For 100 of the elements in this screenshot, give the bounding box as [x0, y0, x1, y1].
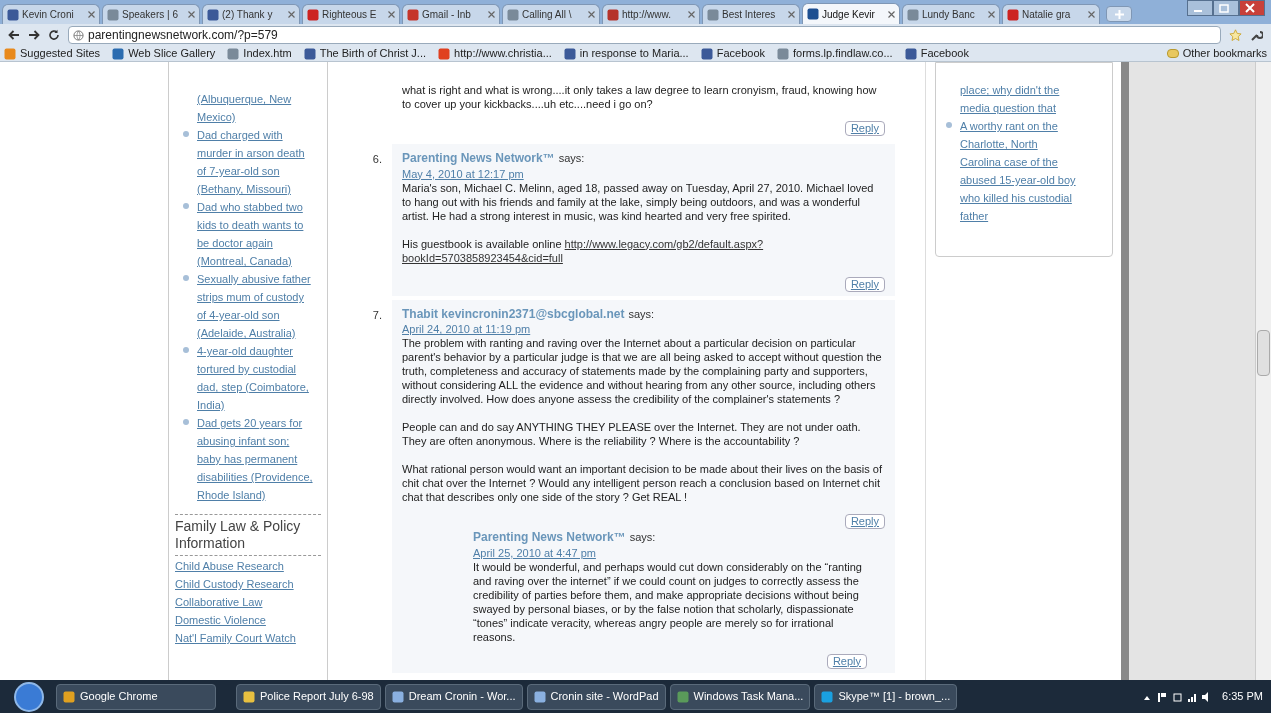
url-text: parentingnewsnetwork.com/?p=579 — [88, 27, 278, 44]
close-icon[interactable] — [688, 11, 695, 18]
sidebar-link[interactable]: Dad charged with murder in arson death of 7-year-old son (Bethany, Missouri) — [197, 126, 315, 198]
new-tab-button[interactable] — [1106, 6, 1132, 22]
bullet-icon — [183, 419, 189, 425]
sidebar-link[interactable]: place; why didn't the media question that — [960, 81, 1078, 117]
bullet-icon — [183, 347, 189, 353]
reply-button[interactable]: Reply — [844, 121, 885, 136]
tab-title: http://www. — [622, 8, 672, 22]
browser-tab[interactable]: Judge Kevir — [802, 3, 900, 24]
bookmark[interactable]: forms.lp.findlaw.co... — [777, 45, 893, 62]
bookmark[interactable]: in response to Maria... — [563, 45, 689, 62]
sidebar-link[interactable]: Nat'l Family Court Watch — [175, 630, 296, 646]
comment-date[interactable]: May 4, 2010 at 12:17 pm — [402, 166, 524, 181]
sidebar-link[interactable]: (Albuquerque, New Mexico) — [197, 90, 315, 126]
comment-text: It would be wonderful, and perhaps would cut down considerably on the “ranting and raving over the internet” if we could count on judges to correctly assess the credibility of parties before them, and make appropriate decisions without being swayed by personal biases, or by the false notion that scholarly, dispassionate “tones” indicate veracity, whereas angry people are merely so for irrational reasons. — [473, 559, 863, 644]
bookmark[interactable]: Facebook — [700, 45, 765, 62]
browser-tab[interactable]: Natalie gra — [1002, 4, 1100, 24]
close-icon[interactable] — [588, 11, 595, 18]
sidebar-link[interactable]: Child Custody Research — [175, 576, 294, 592]
taskbar-button[interactable]: Windows Task Mana... — [669, 683, 811, 710]
browser-tab[interactable]: Best Interes — [702, 4, 800, 24]
comment-date[interactable]: April 24, 2010 at 11:19 pm — [402, 322, 531, 336]
comment-text: The problem with ranting and raving over the Internet about a particular decision on particular parent's behavior by a particular judge is that we are all being asked to accept without question the truth, completeness and accuracy of statements made by the complaining party and supporters, without considering ALL the evidence and without hearing from any other source, including others directly involved. How does anyone assess the credibility of the complainer's statements ? — [402, 336, 883, 406]
close-button[interactable] — [1239, 0, 1265, 16]
comment-date[interactable]: April 25, 2010 at 4:47 pm — [473, 545, 596, 560]
browser-tab[interactable]: Speakers | 6 — [102, 4, 200, 24]
tab-title: Gmail - Inb — [422, 8, 472, 22]
address-bar[interactable]: parentingnewsnetwork.com/?p=579 — [68, 26, 1221, 44]
maximize-button[interactable] — [1213, 0, 1239, 16]
taskbar-label: Cronin site - WordPad — [550, 689, 659, 705]
bookmark[interactable]: Facebook — [904, 45, 969, 62]
browser-tab[interactable]: Righteous E — [302, 4, 400, 24]
start-button[interactable] — [14, 681, 44, 712]
bullet-icon — [183, 131, 189, 137]
back-icon[interactable] — [8, 30, 20, 40]
sidebar-link[interactable]: 4-year-old daughter tortured by custodial dad, step (Coimbatore, India) — [197, 342, 315, 414]
other-bookmarks[interactable]: Other bookmarks — [1166, 45, 1267, 62]
says-label: says: — [558, 151, 585, 166]
comment-text: What rational person would want an important decision to be made about their lives on the basis of chit chat over the Internet ? Would any intelligent person reach a conclusion based on Internet chit chat that describes only one side of the story ? Get REAL ! — [402, 462, 883, 504]
minimize-button[interactable] — [1187, 0, 1213, 16]
sidebar-link[interactable]: Dad gets 20 years for abusing infant son; baby has permanent disabilities (Providence, Rhode Island) — [197, 414, 315, 504]
taskbar-label: Skype™ [1] - brown_... — [838, 689, 951, 705]
tab-title: Lundy Banc — [922, 8, 976, 22]
bookmark[interactable]: Web Slice Gallery — [112, 45, 216, 62]
comment-number: 6. — [372, 153, 382, 165]
guestbook-link[interactable]: bookId=5703858923454&cid=full — [402, 250, 563, 265]
sidebar-link[interactable]: A worthy rant on the Charlotte, North Carolina case of the abused 15-year-old boy who killed his custodial father — [960, 117, 1078, 225]
bookmark[interactable]: The Birth of Christ J... — [303, 45, 427, 62]
bullet-icon — [183, 203, 189, 209]
browser-tab[interactable]: Lundy Banc — [902, 4, 1000, 24]
comment-number: 7. — [372, 308, 382, 321]
bullet-icon — [183, 275, 189, 281]
tab-title: Righteous E — [322, 8, 378, 22]
says-label: says: — [629, 530, 656, 545]
browser-tab[interactable]: Gmail - Inb — [402, 4, 500, 24]
bullet-icon — [946, 122, 952, 128]
taskbar-button[interactable]: Police Report July 6-98 — [236, 683, 381, 710]
close-icon[interactable] — [488, 11, 495, 18]
close-icon[interactable] — [88, 11, 95, 18]
close-icon[interactable] — [388, 11, 395, 18]
close-icon[interactable] — [788, 11, 795, 18]
browser-tab[interactable]: http://www. — [602, 4, 700, 24]
says-label: says: — [628, 306, 655, 322]
bookmark[interactable]: http://www.christia... — [438, 45, 552, 62]
browser-tab[interactable]: Calling All \ — [502, 4, 600, 24]
comment-text: His guestbook is available online — [402, 236, 562, 251]
bookmark[interactable]: Index.htm — [227, 45, 292, 62]
guestbook-link[interactable]: http://www.legacy.com/gb2/default.aspx? — [564, 236, 764, 251]
reply-button[interactable]: Reply — [844, 276, 885, 292]
tab-title: Speakers | 6 — [122, 8, 179, 22]
taskbar-label: Dream Cronin - Wor... — [408, 689, 516, 705]
wrench-icon[interactable] — [1250, 28, 1263, 42]
browser-tab[interactable]: (2) Thank y — [202, 4, 300, 24]
comment-text: what is right and what is wrong....it only takes a law degree to learn cronyism, fraud, knowing how to cover up your kickbacks....uh etc....need i go on? — [402, 83, 878, 111]
tab-title: Kevin Croni — [22, 8, 75, 22]
bookmark[interactable]: Suggested Sites — [4, 45, 101, 62]
close-icon[interactable] — [1088, 11, 1095, 18]
sidebar-link[interactable]: Dad who stabbed two kids to death wants to be doctor again (Montreal, Canada) — [197, 198, 315, 270]
star-icon[interactable] — [1229, 28, 1242, 42]
close-icon[interactable] — [188, 11, 195, 18]
browser-tab[interactable]: Kevin Croni — [2, 4, 100, 24]
sidebar-link[interactable]: Child Abuse Research — [175, 558, 284, 574]
close-icon[interactable] — [888, 10, 895, 18]
reply-button[interactable]: Reply — [826, 653, 867, 669]
close-icon[interactable] — [988, 11, 995, 18]
taskbar-button[interactable]: Skype™ [1] - brown_... — [814, 683, 958, 710]
close-icon[interactable] — [288, 11, 295, 18]
tab-title: (2) Thank y — [222, 8, 274, 22]
sidebar-link[interactable]: Sexually abusive father strips mum of custody of 4-year-old son (Adelaide, Australia) — [197, 270, 315, 342]
sidebar-link[interactable]: Collaborative Law — [175, 594, 263, 610]
forward-icon[interactable] — [28, 30, 40, 40]
sidebar-link[interactable]: Domestic Violence — [175, 612, 266, 628]
reload-icon[interactable] — [48, 29, 60, 41]
taskbar-button[interactable]: Dream Cronin - Wor... — [384, 683, 523, 710]
taskbar-button[interactable]: Google Chrome — [56, 683, 216, 710]
taskbar-button[interactable]: Cronin site - WordPad — [526, 683, 666, 710]
scrollbar[interactable] — [1255, 62, 1271, 680]
reply-button[interactable]: Reply — [844, 514, 885, 529]
clock: 6:35 PM — [1222, 689, 1263, 705]
